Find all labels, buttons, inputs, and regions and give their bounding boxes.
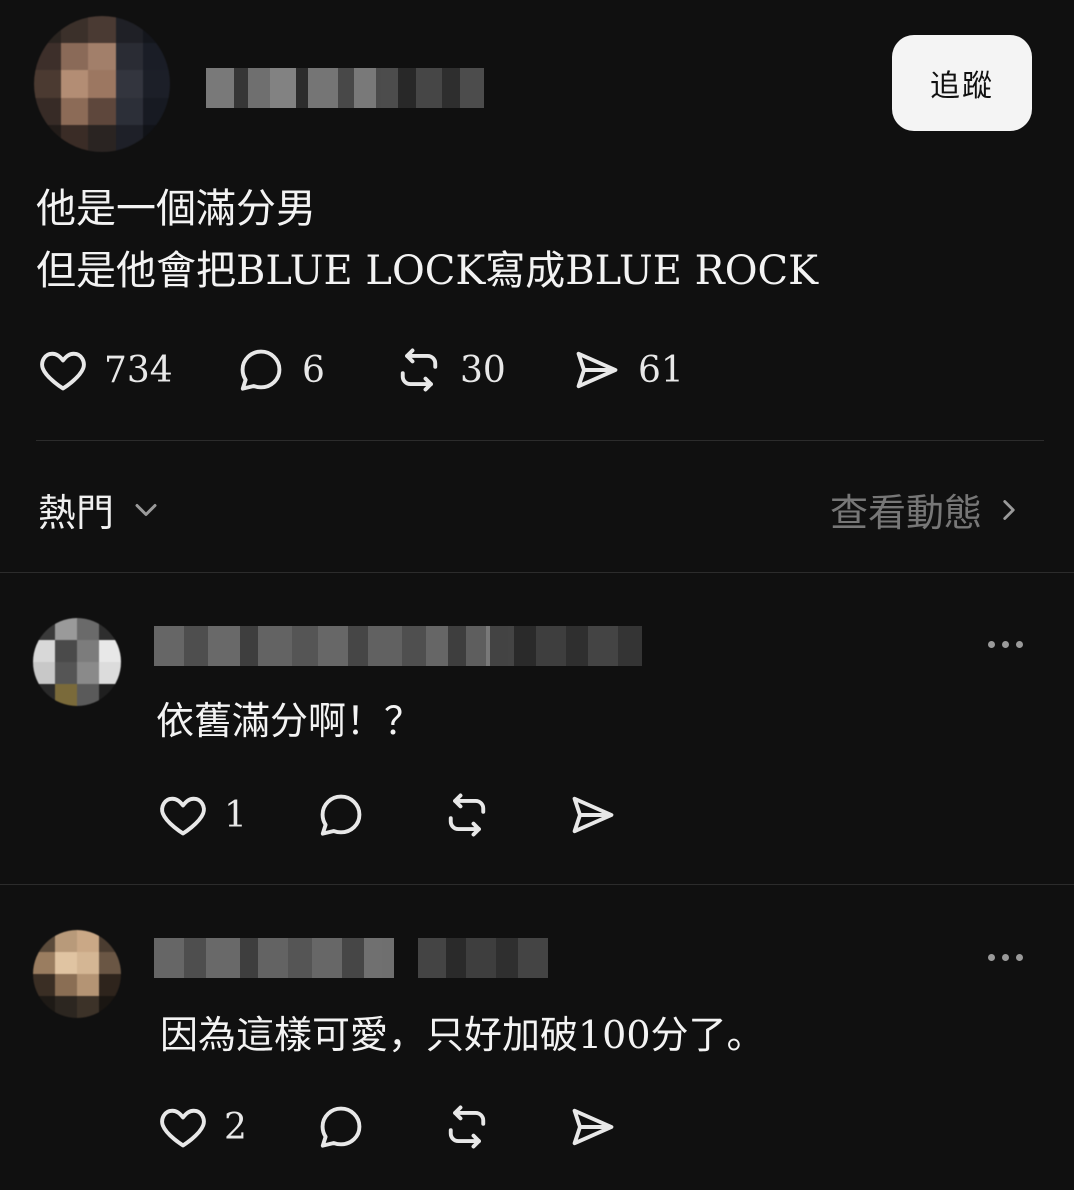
comment-divider (0, 884, 1074, 885)
heart-icon (160, 796, 206, 836)
comment-text: 依舊滿分啊！？ (156, 699, 423, 743)
comment-repost-button[interactable] (440, 1101, 494, 1153)
comment-like-count: 2 (224, 1106, 247, 1148)
share-icon (572, 796, 614, 834)
more-icon (988, 954, 995, 961)
comment-username[interactable] (154, 938, 394, 978)
comment-timestamp (486, 626, 642, 666)
repost-icon (448, 1105, 486, 1149)
comment-reply-button[interactable] (314, 789, 368, 841)
chevron-down-icon (135, 503, 157, 516)
share-button[interactable]: 61 (570, 344, 684, 396)
comment-like-count: 1 (224, 794, 247, 836)
follow-button[interactable]: 追蹤 (892, 35, 1032, 131)
heart-icon (160, 1108, 206, 1148)
post-text-line-2: 但是他會把BLUE LOCK寫成BLUE ROCK (36, 248, 819, 294)
comment-share-button[interactable] (566, 1101, 620, 1153)
more-icon (988, 641, 995, 648)
comment-like-button[interactable]: 2 (156, 1101, 247, 1153)
repost-button[interactable]: 30 (392, 344, 506, 396)
like-count: 734 (104, 349, 173, 391)
comment-avatar[interactable] (33, 618, 121, 706)
sort-dropdown[interactable]: 熱門 (38, 482, 164, 537)
comment-icon (320, 1106, 362, 1148)
heart-icon (40, 351, 86, 391)
post-text: 他是一個滿分男 但是他會把BLUE LOCK寫成BLUE ROCK (36, 178, 818, 302)
post-divider (36, 440, 1044, 441)
post-text-line-1: 他是一個滿分男 (36, 186, 316, 232)
comment-repost-button[interactable] (440, 789, 494, 841)
comment-text: 因為這樣可愛，只好加破100分了。 (160, 1013, 765, 1057)
comment-more-button[interactable] (988, 641, 1023, 648)
like-button[interactable]: 734 (36, 344, 173, 396)
post-timestamp (376, 68, 484, 108)
comment-icon (320, 794, 362, 836)
chevron-right-icon (1003, 499, 1015, 520)
sort-label: 熱門 (38, 491, 115, 535)
comment-share-button[interactable] (566, 789, 620, 841)
share-icon (572, 1108, 614, 1146)
comment-avatar[interactable] (33, 930, 121, 1018)
comment-username[interactable] (154, 626, 490, 666)
section-divider (0, 572, 1074, 573)
author-username[interactable] (206, 68, 376, 108)
comment-icon (240, 349, 282, 391)
share-count: 61 (638, 349, 684, 391)
reply-button[interactable]: 6 (234, 344, 325, 396)
author-avatar[interactable] (34, 16, 170, 152)
comment-timestamp (418, 938, 548, 978)
reply-count: 6 (302, 349, 325, 391)
comment-reply-button[interactable] (314, 1101, 368, 1153)
comment-like-button[interactable]: 1 (156, 789, 247, 841)
repost-count: 30 (460, 349, 506, 391)
more-icon-dot (1002, 641, 1009, 648)
comment-more-button[interactable] (988, 954, 1023, 961)
view-activity-link[interactable]: 查看動態 (830, 482, 1026, 537)
share-icon (576, 351, 618, 389)
view-activity-label: 查看動態 (829, 491, 982, 535)
more-icon-dot (1016, 641, 1023, 648)
repost-icon (448, 793, 486, 837)
more-icon-dot (1002, 954, 1009, 961)
more-icon-dot (1016, 954, 1023, 961)
repost-icon (400, 348, 438, 392)
